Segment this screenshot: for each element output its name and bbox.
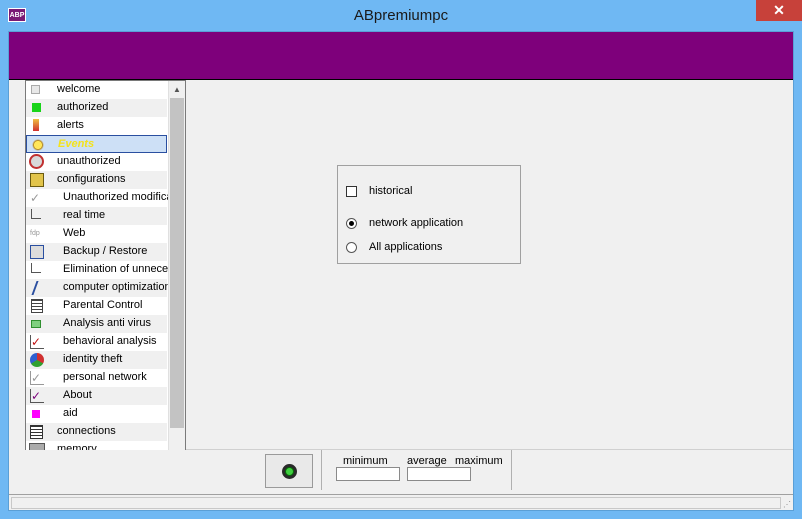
header-banner bbox=[9, 32, 793, 80]
green-power-icon bbox=[282, 464, 297, 479]
status-pane bbox=[11, 497, 781, 509]
main-panel: historical network application All appli… bbox=[186, 82, 793, 450]
sidebar-item[interactable]: connections bbox=[26, 423, 167, 441]
green-square-icon bbox=[32, 103, 41, 112]
sidebar-item[interactable]: ✓ Unauthorized modifications bbox=[26, 189, 185, 207]
web-icon: fdp bbox=[30, 230, 40, 237]
status-bar: ⋰ bbox=[9, 494, 793, 510]
magenta-square-icon bbox=[32, 410, 40, 418]
average-label: average bbox=[407, 455, 447, 467]
sidebar-item-label: behavioral analysis bbox=[63, 335, 157, 347]
sidebar-item-label: Analysis anti virus bbox=[63, 317, 152, 329]
maximum-label: maximum bbox=[455, 455, 503, 467]
average-field[interactable] bbox=[407, 467, 471, 481]
scroll-up-arrow-icon[interactable]: ▲ bbox=[169, 81, 185, 98]
sidebar-item-label: identity theft bbox=[63, 353, 123, 365]
sidebar-item[interactable]: ✓ About bbox=[26, 387, 167, 405]
options-group: historical network application All appli… bbox=[337, 165, 521, 264]
backup-icon bbox=[30, 245, 44, 259]
app-window: ABP ABpremiumpc ✕ welcome authorized alert… bbox=[0, 0, 802, 519]
sidebar-item[interactable]: configurations bbox=[26, 171, 167, 189]
identity-icon bbox=[30, 353, 44, 367]
bottom-toolbar: minimum average maximum bbox=[9, 450, 793, 494]
sidebar-item-label: welcome bbox=[57, 83, 101, 95]
network-check-icon: ✓ bbox=[30, 371, 44, 385]
sidebar-item-label: configurations bbox=[57, 173, 126, 185]
sidebar-item-label: Web bbox=[63, 227, 86, 239]
elimination-icon bbox=[31, 263, 41, 273]
optimization-icon bbox=[31, 281, 43, 295]
window-title: ABpremiumpc bbox=[353, 7, 449, 24]
sidebar-item-label: computer optimization bbox=[63, 281, 171, 293]
sidebar-item-label: personal network bbox=[63, 371, 147, 383]
alert-person-icon bbox=[33, 119, 39, 131]
sidebar-item[interactable]: ✓ personal network bbox=[26, 369, 167, 387]
sidebar-item[interactable]: fdp Web bbox=[26, 225, 167, 243]
minimum-field[interactable] bbox=[336, 467, 400, 481]
minimum-label: minimum bbox=[343, 455, 388, 467]
sidebar-item-label: connections bbox=[57, 425, 116, 437]
navigation-tree[interactable]: welcome authorized alerts Events unauthorize… bbox=[25, 80, 186, 463]
sidebar-item[interactable]: welcome bbox=[26, 81, 167, 99]
client-area: welcome authorized alerts Events unauthorize… bbox=[8, 31, 794, 511]
connections-icon bbox=[30, 425, 43, 439]
check-icon: ✓ bbox=[30, 191, 41, 205]
network-application-label: network application bbox=[369, 217, 464, 229]
sidebar-item-label: real time bbox=[63, 209, 106, 221]
sidebar-item[interactable]: Analysis anti virus bbox=[26, 315, 167, 333]
sidebar-item[interactable]: identity theft bbox=[26, 351, 167, 369]
sidebar-scrollbar[interactable]: ▲ ▼ bbox=[168, 81, 185, 462]
sidebar-item-label: Parental Control bbox=[63, 299, 143, 311]
sidebar-item-label: Backup / Restore bbox=[63, 245, 148, 257]
realtime-icon bbox=[31, 209, 41, 219]
all-applications-label: All applications bbox=[369, 241, 443, 253]
navigation-list: welcome authorized alerts Events unauthorize… bbox=[26, 81, 185, 459]
sidebar-item-label: Events bbox=[58, 138, 95, 150]
start-button[interactable] bbox=[265, 454, 313, 488]
sidebar-item[interactable]: Parental Control bbox=[26, 297, 167, 315]
red-check-icon: ✓ bbox=[30, 335, 44, 349]
radio-selected-dot bbox=[349, 221, 354, 226]
sidebar-item-label: alerts bbox=[57, 119, 84, 131]
sidebar-item-label: unauthorized bbox=[57, 155, 121, 167]
sidebar-item[interactable]: unauthorized bbox=[26, 153, 167, 171]
parental-control-icon bbox=[31, 299, 43, 313]
sidebar-item[interactable]: ✓ behavioral analysis bbox=[26, 333, 167, 351]
lightbulb-icon bbox=[31, 138, 45, 152]
sidebar-item[interactable]: real time bbox=[26, 207, 167, 225]
sidebar-item-label: authorized bbox=[57, 101, 109, 113]
about-check-icon: ✓ bbox=[30, 389, 44, 403]
welcome-icon bbox=[31, 85, 40, 94]
sidebar-item[interactable]: computer optimization bbox=[26, 279, 171, 297]
close-button[interactable]: ✕ bbox=[756, 0, 802, 21]
network-application-radio[interactable] bbox=[346, 218, 357, 229]
title-bar[interactable]: ABP ABpremiumpc ✕ bbox=[0, 0, 802, 31]
sidebar-item[interactable]: aid bbox=[26, 405, 167, 423]
scroll-thumb[interactable] bbox=[170, 98, 184, 428]
sidebar-item[interactable]: Backup / Restore bbox=[26, 243, 167, 261]
antivirus-icon bbox=[31, 320, 41, 328]
settings-icon bbox=[30, 173, 44, 187]
stats-group: minimum average maximum bbox=[321, 450, 512, 490]
no-entry-icon bbox=[29, 154, 44, 169]
sidebar-item[interactable]: authorized bbox=[26, 99, 167, 117]
sidebar-item-label: About bbox=[63, 389, 92, 401]
all-applications-radio[interactable] bbox=[346, 242, 357, 253]
sidebar-item[interactable]: Events bbox=[26, 135, 167, 153]
sidebar-item-label: aid bbox=[63, 407, 78, 419]
resize-grip-icon[interactable]: ⋰ bbox=[783, 500, 791, 509]
historical-checkbox[interactable] bbox=[346, 186, 357, 197]
historical-label: historical bbox=[369, 185, 413, 197]
sidebar-item[interactable]: alerts bbox=[26, 117, 167, 135]
sidebar-item[interactable]: Elimination of unnecessary files bbox=[26, 261, 185, 279]
